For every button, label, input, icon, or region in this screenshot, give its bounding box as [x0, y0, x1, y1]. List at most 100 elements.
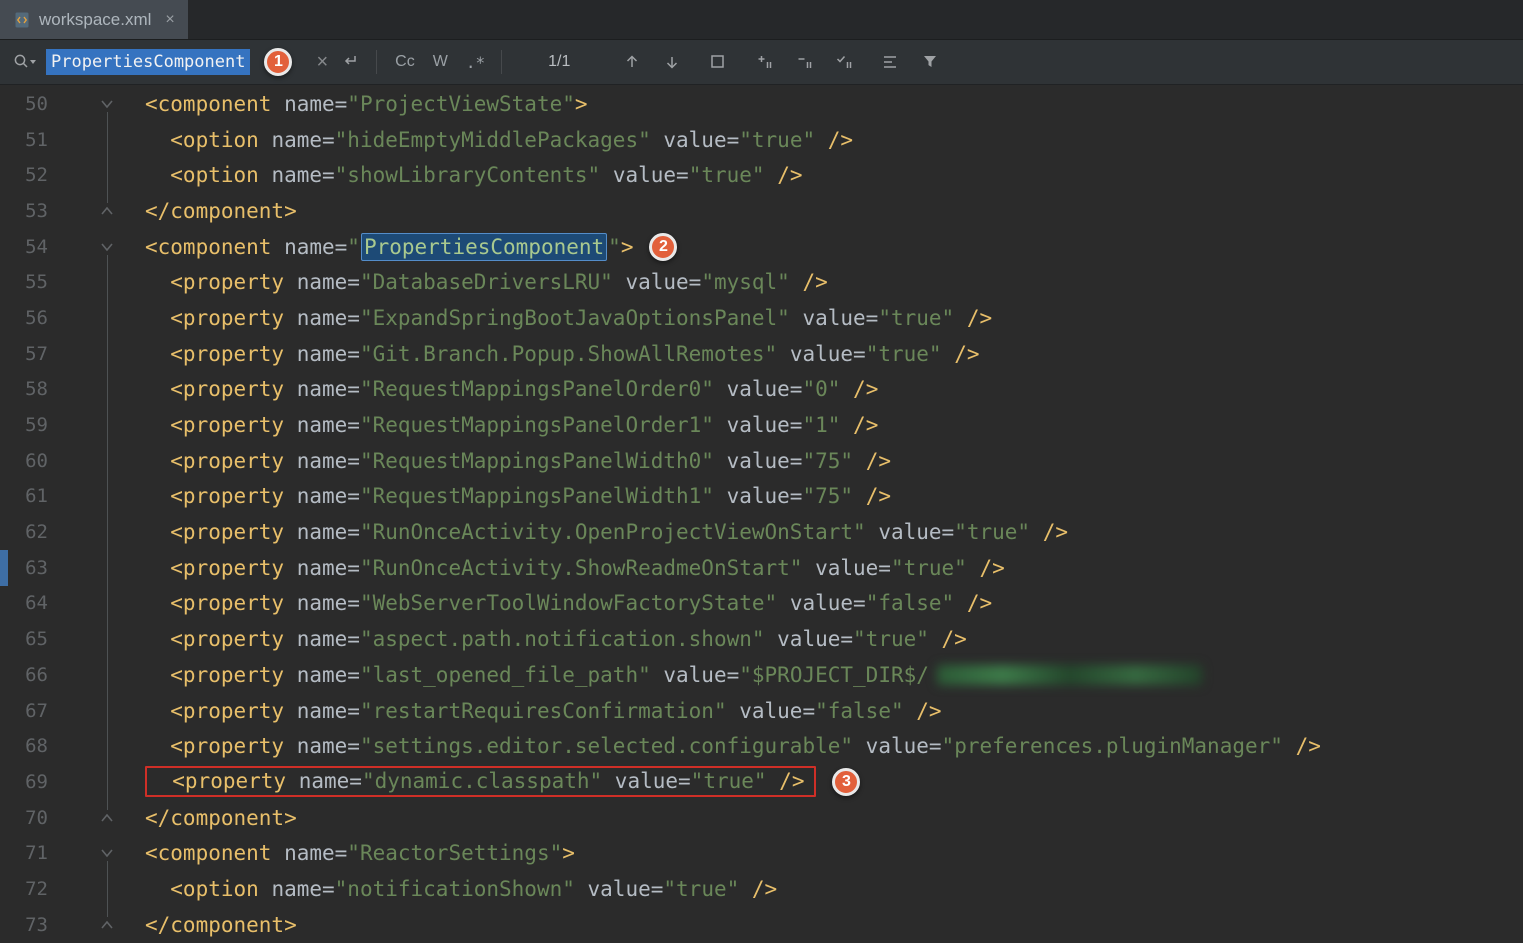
- ide-window: workspace.xml × PropertiesComponent 1 × …: [0, 0, 1523, 943]
- code-line-59[interactable]: 59 <property name="RequestMappingsPanelO…: [0, 407, 1523, 443]
- code-line-68[interactable]: 68 <property name="settings.editor.selec…: [0, 728, 1523, 764]
- fold-guide: [94, 621, 120, 657]
- select-all-occurrences-icon[interactable]: [834, 52, 854, 72]
- annotation-badge-1: 1: [264, 48, 292, 76]
- code-token: "RequestMappingsPanelWidth1": [360, 484, 714, 508]
- code-line-55[interactable]: 55 <property name="DatabaseDriversLRU" v…: [0, 264, 1523, 300]
- code-token: "false": [815, 699, 904, 723]
- code-token: "true": [739, 128, 815, 152]
- fold-guide: [94, 300, 120, 336]
- code-token: value=: [714, 413, 803, 437]
- code-token: />: [840, 413, 878, 437]
- code-token: />: [954, 591, 992, 615]
- code-token: <property: [145, 342, 284, 366]
- tab-close-icon[interactable]: ×: [165, 11, 174, 29]
- code-line-65[interactable]: 65 <property name="aspect.path.notificat…: [0, 621, 1523, 657]
- code-line-54[interactable]: 54<component name="PropertiesComponent">…: [0, 229, 1523, 265]
- code-line-69[interactable]: 69 <property name="dynamic.classpath" va…: [0, 764, 1523, 800]
- fold-end-icon[interactable]: [94, 800, 120, 836]
- search-results-list-icon[interactable]: [880, 52, 900, 72]
- filter-icon[interactable]: [920, 52, 940, 72]
- code-token: />: [765, 163, 803, 187]
- code-token: <component: [145, 235, 271, 259]
- code-line-50[interactable]: 50<component name="ProjectViewState">: [0, 86, 1523, 122]
- code-line-52[interactable]: 52 <option name="showLibraryContents" va…: [0, 157, 1523, 193]
- fold-guide: [94, 764, 120, 800]
- code-token: name=: [259, 128, 335, 152]
- search-icon[interactable]: [12, 52, 38, 72]
- code-text: <component name="PropertiesComponent">2: [145, 233, 677, 261]
- code-line-73[interactable]: 73</component>: [0, 907, 1523, 943]
- code-line-53[interactable]: 53</component>: [0, 193, 1523, 229]
- code-token: />: [853, 449, 891, 473]
- code-token: name=: [259, 163, 335, 187]
- fold-collapse-icon[interactable]: [94, 86, 120, 122]
- code-line-51[interactable]: 51 <option name="hideEmptyMiddlePackages…: [0, 122, 1523, 158]
- code-line-56[interactable]: 56 <property name="ExpandSpringBootJavaO…: [0, 300, 1523, 336]
- code-token: name=: [284, 306, 360, 330]
- code-text: <property name="aspect.path.notification…: [145, 627, 967, 651]
- fold-collapse-icon[interactable]: [94, 835, 120, 871]
- code-token: value=: [853, 734, 942, 758]
- editor[interactable]: 50<component name="ProjectViewState">51 …: [0, 86, 1523, 943]
- annotation-badge-2: 2: [649, 233, 677, 261]
- next-occurrence-icon[interactable]: [662, 52, 682, 72]
- code-token: value=: [866, 520, 955, 544]
- tab-workspace-xml[interactable]: workspace.xml ×: [0, 0, 188, 39]
- fold-collapse-icon[interactable]: [94, 229, 120, 265]
- fold-guide: [94, 728, 120, 764]
- fold-end-icon[interactable]: [94, 193, 120, 229]
- code-token: >: [575, 92, 588, 116]
- code-line-66[interactable]: 66 <property name="last_opened_file_path…: [0, 657, 1523, 693]
- code-token: name=: [284, 484, 360, 508]
- code-line-71[interactable]: 71<component name="ReactorSettings">: [0, 835, 1523, 871]
- code-token: <property: [145, 484, 284, 508]
- code-token: <property: [145, 734, 284, 758]
- code-line-57[interactable]: 57 <property name="Git.Branch.Popup.Show…: [0, 336, 1523, 372]
- code-token: "RunOnceActivity.OpenProjectViewOnStart": [360, 520, 866, 544]
- code-token: name=: [286, 769, 362, 793]
- fold-guide: [94, 586, 120, 622]
- code-token: "75": [802, 484, 853, 508]
- search-input[interactable]: PropertiesComponent: [46, 49, 250, 75]
- add-occurrence-icon[interactable]: [754, 52, 774, 72]
- find-in-selection-icon[interactable]: [708, 52, 728, 72]
- code-token: value=: [790, 306, 879, 330]
- new-line-icon[interactable]: [340, 52, 360, 72]
- code-token: <property: [145, 270, 284, 294]
- words-toggle[interactable]: W: [433, 53, 448, 71]
- code-token: name=: [271, 92, 347, 116]
- remove-occurrence-icon[interactable]: [794, 52, 814, 72]
- fold-guide: [94, 372, 120, 408]
- code-token: />: [954, 306, 992, 330]
- code-token: />: [904, 699, 942, 723]
- code-line-63[interactable]: 63 <property name="RunOnceActivity.ShowR…: [0, 550, 1523, 586]
- redacted-value: [937, 665, 1202, 685]
- fold-guide: [94, 514, 120, 550]
- code-line-62[interactable]: 62 <property name="RunOnceActivity.OpenP…: [0, 514, 1523, 550]
- code-token: name=: [284, 342, 360, 366]
- fold-guide: [94, 264, 120, 300]
- code-token: value=: [777, 342, 866, 366]
- code-line-64[interactable]: 64 <property name="WebServerToolWindowFa…: [0, 586, 1523, 622]
- fold-guide: [94, 336, 120, 372]
- code-text: <property name="dynamic.classpath" value…: [145, 766, 860, 797]
- code-token: <property: [145, 520, 284, 544]
- match-case-toggle[interactable]: Cc: [395, 53, 415, 71]
- previous-occurrence-icon[interactable]: [622, 52, 642, 72]
- fold-guide: [94, 122, 120, 158]
- code-line-58[interactable]: 58 <property name="RequestMappingsPanelO…: [0, 372, 1523, 408]
- code-line-70[interactable]: 70</component>: [0, 800, 1523, 836]
- code-token: name=: [284, 449, 360, 473]
- code-line-60[interactable]: 60 <property name="RequestMappingsPanelW…: [0, 443, 1523, 479]
- fold-end-icon[interactable]: [94, 907, 120, 943]
- regex-toggle[interactable]: .*: [466, 53, 485, 72]
- code-token: value=: [802, 556, 891, 580]
- code-line-61[interactable]: 61 <property name="RequestMappingsPanelW…: [0, 479, 1523, 515]
- code-line-72[interactable]: 72 <option name="notificationShown" valu…: [0, 871, 1523, 907]
- code-token: "WebServerToolWindowFactoryState": [360, 591, 777, 615]
- code-text: <component name="ReactorSettings">: [145, 841, 575, 865]
- code-token: name=: [259, 877, 335, 901]
- code-line-67[interactable]: 67 <property name="restartRequiresConfir…: [0, 693, 1523, 729]
- clear-search-icon[interactable]: ×: [316, 51, 328, 74]
